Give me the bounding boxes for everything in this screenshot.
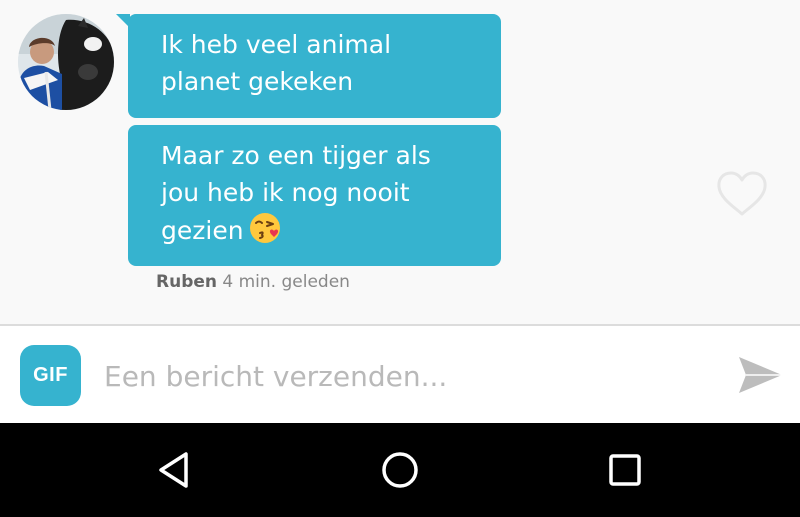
kissing-face-emoji-icon xyxy=(248,211,282,255)
message-composer: GIF xyxy=(0,326,800,423)
message-text-line-with-emoji: gezien xyxy=(161,211,481,255)
message-text-line: Maar zo een tijger als xyxy=(161,141,431,170)
message-text-line: Ik heb veel animal xyxy=(161,30,392,59)
like-button[interactable] xyxy=(714,168,770,220)
message-timestamp: 4 min. geleden xyxy=(222,272,350,292)
send-button[interactable] xyxy=(736,354,784,396)
message-text-line: planet gekeken xyxy=(161,67,354,96)
message-input[interactable] xyxy=(104,350,704,402)
circle-home-icon xyxy=(382,452,418,488)
android-navigation-bar xyxy=(0,423,800,517)
recents-button[interactable] xyxy=(602,447,648,493)
sender-avatar[interactable] xyxy=(18,14,114,110)
message-meta: Ruben 4 min. geleden xyxy=(156,272,350,292)
back-button[interactable] xyxy=(152,447,198,493)
triangle-back-icon xyxy=(159,452,188,488)
home-button[interactable] xyxy=(377,447,423,493)
message-bubble[interactable]: Maar zo een tijger als jou heb ik nog no… xyxy=(128,125,501,266)
send-arrow-icon xyxy=(739,357,782,393)
chat-area: Ik heb veel animal planet gekeken Maar z… xyxy=(0,0,800,325)
message-text-line: gezien xyxy=(161,216,244,245)
message-bubble[interactable]: Ik heb veel animal planet gekeken xyxy=(128,14,501,118)
gif-button[interactable]: GIF xyxy=(20,345,81,406)
avatar-photo xyxy=(18,14,114,110)
square-recents-icon xyxy=(609,454,641,486)
sender-name: Ruben xyxy=(156,272,217,292)
heart-outline-icon xyxy=(717,171,767,216)
message-text-line: jou heb ik nog nooit xyxy=(161,178,410,207)
